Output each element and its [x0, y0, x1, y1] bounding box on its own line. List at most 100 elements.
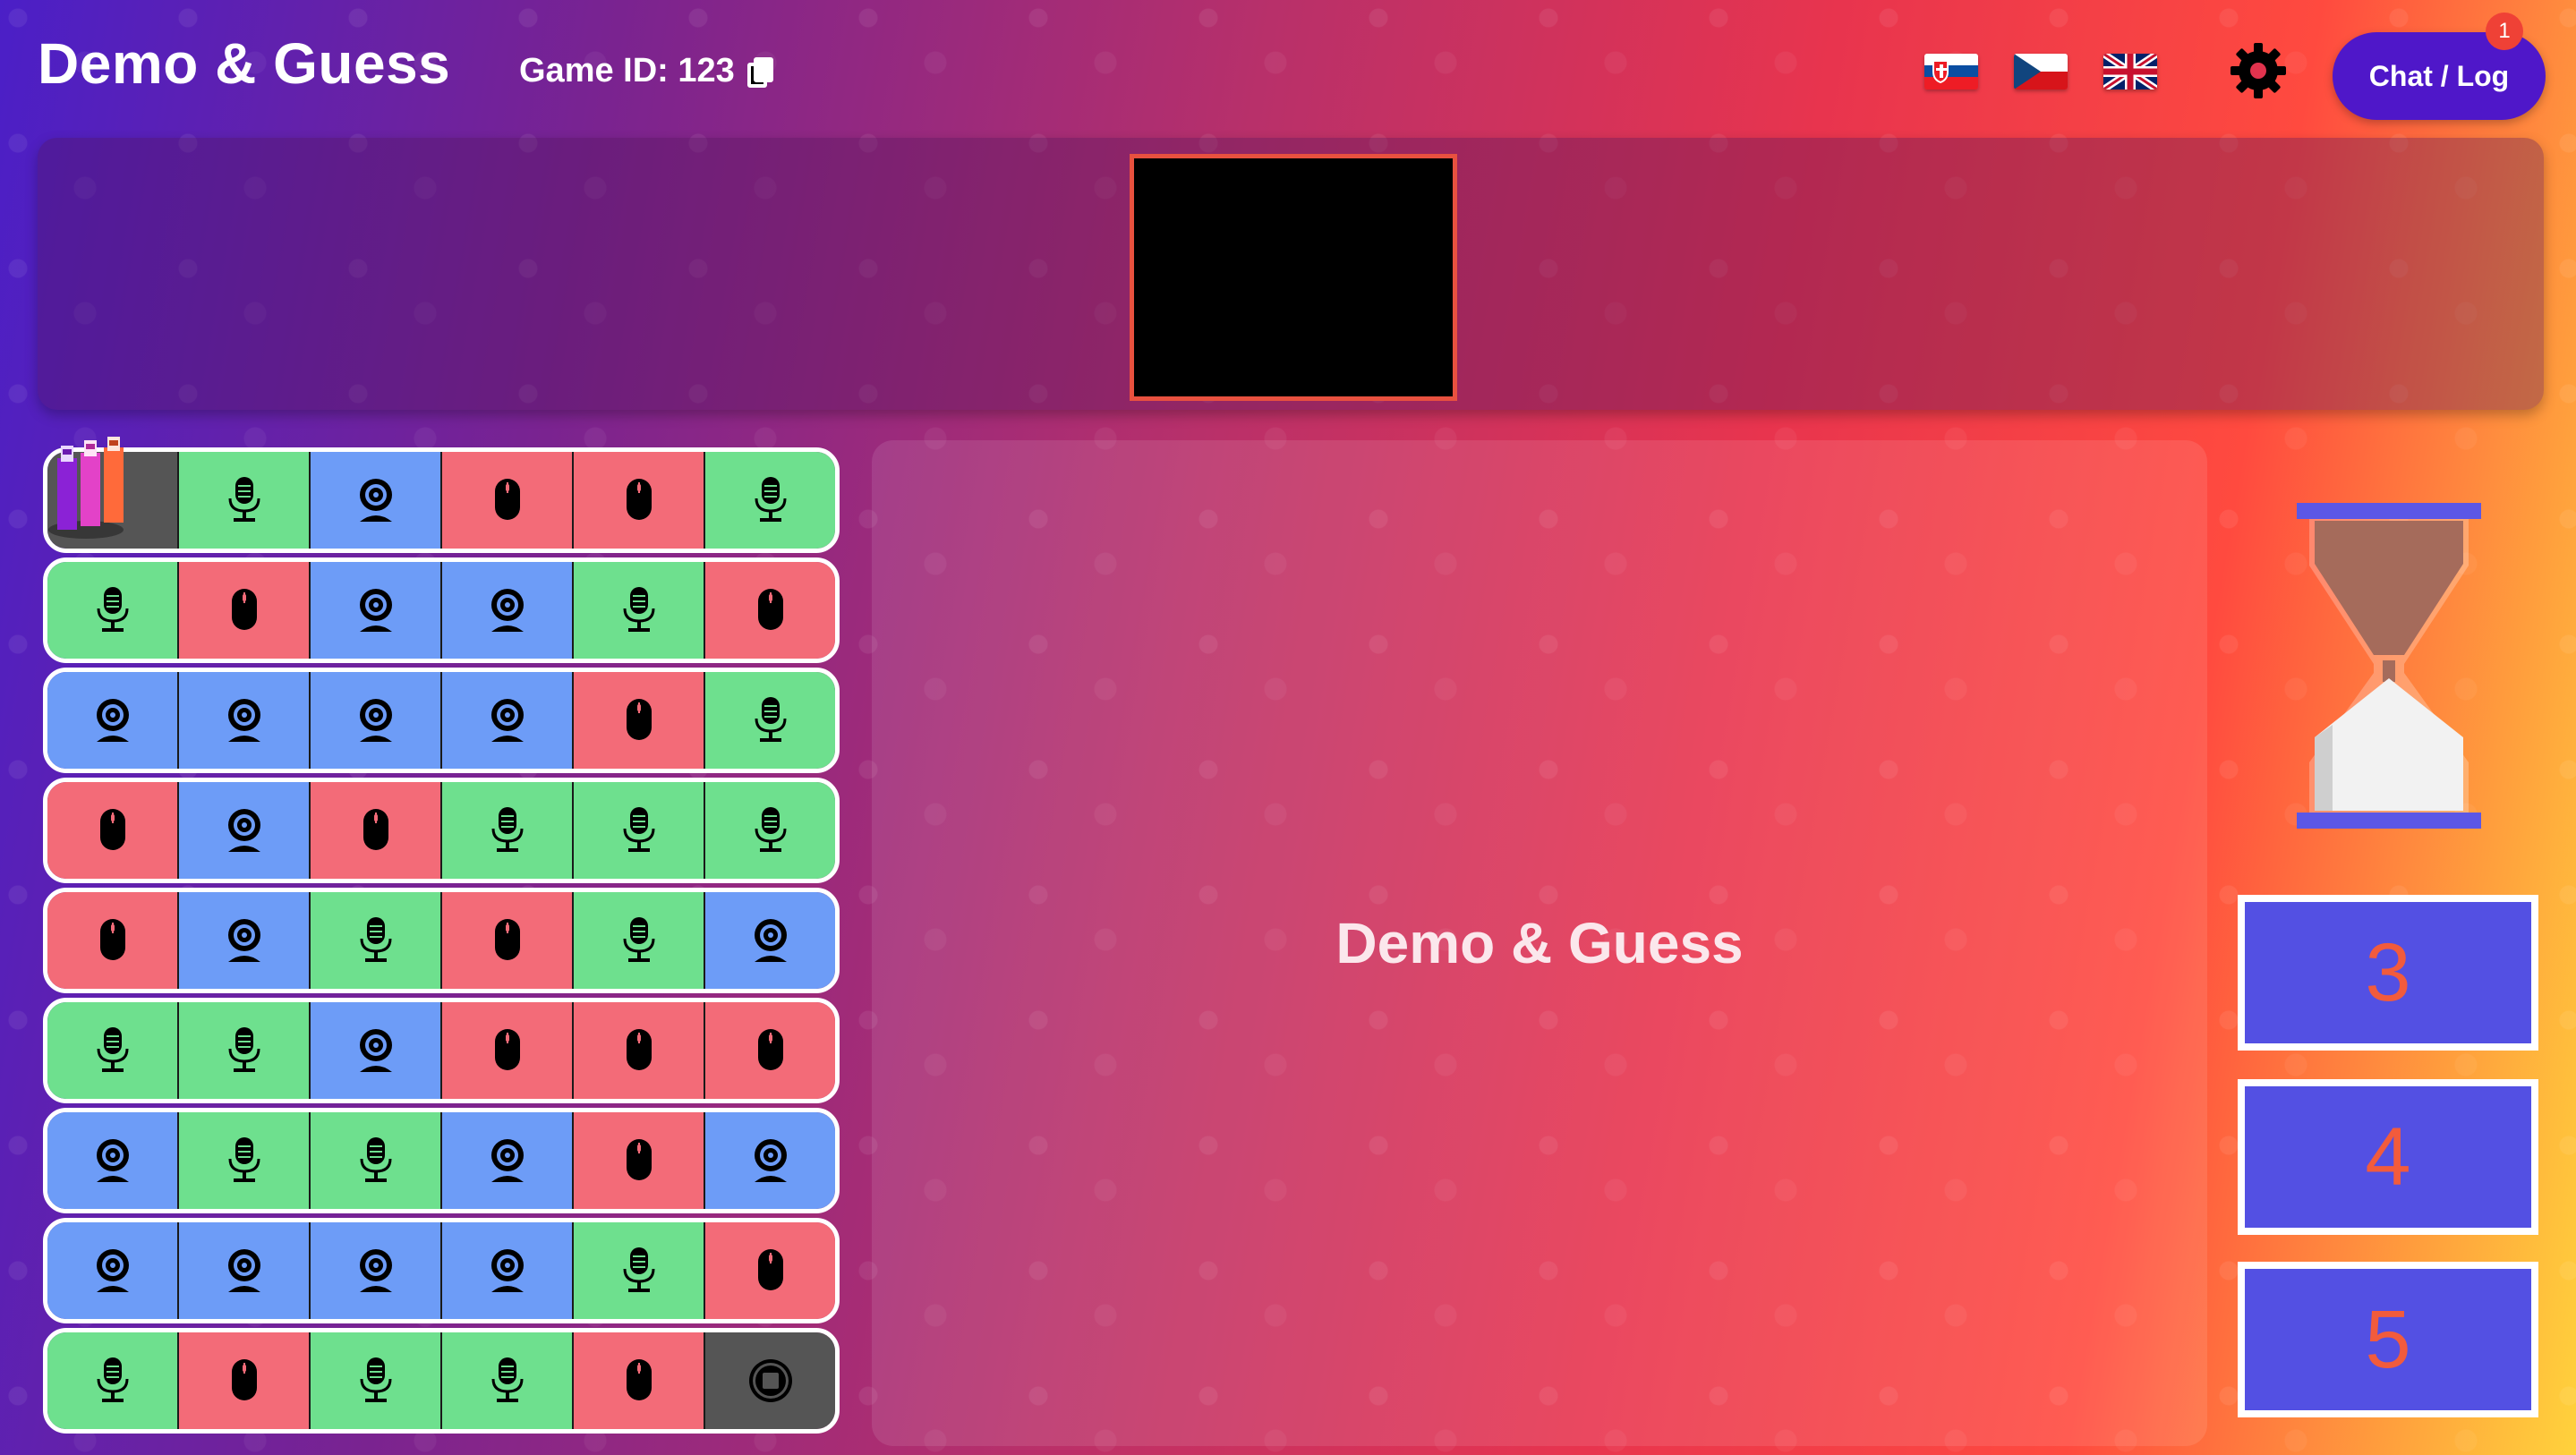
cam-icon: [221, 915, 268, 966]
board-cell-mouse[interactable]: [705, 1002, 835, 1099]
board-cell-mouse[interactable]: [574, 1002, 705, 1099]
board-cell-mouse[interactable]: [574, 672, 705, 769]
board-cell-mic[interactable]: [574, 892, 705, 989]
mouse-icon: [616, 1356, 662, 1406]
number-card-2[interactable]: 4: [2238, 1079, 2538, 1235]
cam-icon: [747, 915, 794, 966]
cam-icon: [90, 695, 136, 745]
board-cell-mouse[interactable]: [705, 1222, 835, 1319]
mouse-icon: [747, 1246, 794, 1296]
board-cell-cam[interactable]: [442, 1222, 574, 1319]
board-cell-mouse[interactable]: [47, 782, 179, 879]
board-cell-cam[interactable]: [179, 1222, 311, 1319]
mic-icon: [353, 1356, 399, 1406]
board-cell-cam[interactable]: [311, 1002, 442, 1099]
copy-icon[interactable]: [746, 56, 773, 88]
board-cell-mouse[interactable]: [179, 562, 311, 659]
board-cell-mic[interactable]: [47, 1332, 179, 1429]
board-cell-cam[interactable]: [442, 672, 574, 769]
board-cell-cam[interactable]: [47, 1222, 179, 1319]
gear-icon[interactable]: [2227, 39, 2290, 102]
board-cell-cam[interactable]: [179, 672, 311, 769]
game-board: [43, 447, 840, 1434]
board-cell-mic[interactable]: [705, 672, 835, 769]
mouse-icon: [353, 805, 399, 855]
mic-icon: [616, 585, 662, 635]
cam-icon: [90, 1246, 136, 1296]
board-cell-cam[interactable]: [311, 1222, 442, 1319]
board-cell-mic[interactable]: [311, 892, 442, 989]
number-card-3[interactable]: 5: [2238, 1262, 2538, 1417]
board-cell-cam[interactable]: [442, 1112, 574, 1209]
board-cell-mic[interactable]: [442, 782, 574, 879]
mouse-icon: [484, 915, 531, 966]
cam-icon: [353, 1025, 399, 1076]
board-cell-end[interactable]: [705, 1332, 835, 1429]
mic-icon: [484, 805, 531, 855]
mic-icon: [484, 1356, 531, 1406]
mouse-icon: [90, 805, 136, 855]
board-cell-cam[interactable]: [705, 892, 835, 989]
board-cell-cam[interactable]: [179, 782, 311, 879]
board-cell-mic[interactable]: [311, 1112, 442, 1209]
video-preview: [1130, 154, 1457, 401]
flag-slovak-icon[interactable]: [1924, 54, 1978, 89]
mic-icon: [221, 1025, 268, 1076]
flag-uk-icon[interactable]: [2103, 54, 2157, 89]
stage-title: Demo & Guess: [1335, 911, 1744, 975]
mouse-icon: [221, 1356, 268, 1406]
cam-icon: [221, 1246, 268, 1296]
board-cell-cam[interactable]: [311, 672, 442, 769]
cam-icon: [353, 585, 399, 635]
mic-icon: [90, 1025, 136, 1076]
mic-icon: [616, 805, 662, 855]
board-row: [43, 888, 840, 993]
number-card-1[interactable]: 3: [2238, 895, 2538, 1051]
board-cell-mic[interactable]: [179, 452, 311, 549]
board-cell-mic[interactable]: [574, 782, 705, 879]
board-cell-cam[interactable]: [442, 562, 574, 659]
board-cell-cam[interactable]: [311, 562, 442, 659]
flag-czech-icon[interactable]: [2014, 54, 2068, 89]
board-cell-mic[interactable]: [705, 452, 835, 549]
board-cell-cam[interactable]: [311, 452, 442, 549]
board-cell-cam[interactable]: [47, 672, 179, 769]
mic-icon: [353, 915, 399, 966]
board-cell-mouse[interactable]: [442, 892, 574, 989]
board-cell-mouse[interactable]: [47, 892, 179, 989]
board-row: [43, 998, 840, 1103]
board-cell-mic[interactable]: [574, 1222, 705, 1319]
board-cell-mouse[interactable]: [574, 1112, 705, 1209]
board-cell-mic[interactable]: [311, 1332, 442, 1429]
cam-icon: [90, 1136, 136, 1186]
board-cell-mic[interactable]: [47, 1002, 179, 1099]
mouse-icon: [616, 1136, 662, 1186]
board-cell-mic[interactable]: [705, 782, 835, 879]
finish-icon: [747, 1356, 794, 1406]
game-id-label: Game ID: 123: [519, 52, 735, 89]
mouse-icon: [90, 915, 136, 966]
board-cell-mouse[interactable]: [705, 562, 835, 659]
mouse-icon: [221, 585, 268, 635]
board-cell-mouse[interactable]: [574, 452, 705, 549]
cam-icon: [747, 1136, 794, 1186]
board-cell-mouse[interactable]: [311, 782, 442, 879]
mic-icon: [747, 475, 794, 525]
board-cell-mouse[interactable]: [179, 1332, 311, 1429]
board-row: [43, 557, 840, 663]
board-cell-cam[interactable]: [179, 892, 311, 989]
board-cell-mic[interactable]: [47, 562, 179, 659]
cam-icon: [353, 475, 399, 525]
board-cell-cam[interactable]: [705, 1112, 835, 1209]
board-cell-mic[interactable]: [179, 1002, 311, 1099]
board-cell-mic[interactable]: [179, 1112, 311, 1209]
board-cell-mouse[interactable]: [574, 1332, 705, 1429]
board-cell-mouse[interactable]: [442, 452, 574, 549]
board-cell-mouse[interactable]: [442, 1002, 574, 1099]
cam-icon: [221, 695, 268, 745]
board-cell-mic[interactable]: [442, 1332, 574, 1429]
board-cell-cam[interactable]: [47, 1112, 179, 1209]
player-pawns: [45, 437, 143, 542]
board-cell-mic[interactable]: [574, 562, 705, 659]
board-row: [43, 668, 840, 773]
